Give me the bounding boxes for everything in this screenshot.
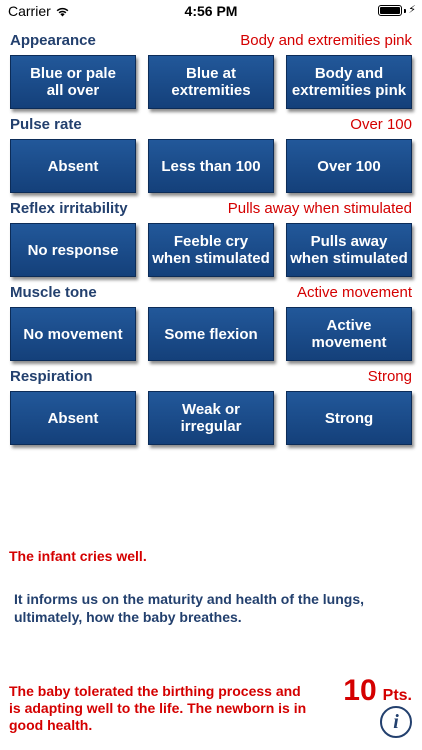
selected-value-muscle-tone: Active movement [296, 283, 412, 301]
respiration-option-strong[interactable]: Strong [286, 391, 412, 445]
score-unit: Pts. [382, 687, 412, 704]
result-description: The baby tolerated the birthing process … [9, 683, 307, 733]
appearance-option-blue-or-pale[interactable]: Blue or pale all over [10, 55, 136, 109]
section-reflex-irritability: Reflex irritability Pulls away when stim… [10, 198, 412, 277]
appearance-option-blue-extremities[interactable]: Blue at extremities [148, 55, 274, 109]
section-muscle-tone: Muscle tone Active movement No movement … [10, 282, 412, 361]
appearance-option-body-pink[interactable]: Body and extremities pink [286, 55, 412, 109]
info-icon: i [393, 711, 399, 733]
section-title-respiration: Respiration [10, 367, 93, 385]
reflex-option-pulls-away[interactable]: Pulls away when stimulated [286, 223, 412, 277]
section-title-muscle-tone: Muscle tone [10, 283, 97, 301]
score-value: 10 [343, 674, 377, 707]
detail-info: It informs us on the maturity and health… [14, 591, 365, 625]
section-pulse-rate: Pulse rate Over 100 Absent Less than 100… [10, 114, 412, 193]
muscle-option-active-movement[interactable]: Active movement [286, 307, 412, 361]
reflex-option-feeble-cry[interactable]: Feeble cry when stimulated [148, 223, 274, 277]
respiration-option-weak-or-irregular[interactable]: Weak or irregular [148, 391, 274, 445]
reflex-option-no-response[interactable]: No response [10, 223, 136, 277]
muscle-option-some-flexion[interactable]: Some flexion [148, 307, 274, 361]
pulse-option-less-than-100[interactable]: Less than 100 [148, 139, 274, 193]
battery-indicator: ⚡ [378, 5, 416, 16]
pulse-option-absent[interactable]: Absent [10, 139, 136, 193]
section-title-pulse-rate: Pulse rate [10, 115, 82, 133]
section-title-reflex-irritability: Reflex irritability [10, 199, 128, 217]
charging-bolt-icon: ⚡ [408, 4, 416, 16]
pulse-option-over-100[interactable]: Over 100 [286, 139, 412, 193]
section-title-appearance: Appearance [10, 31, 96, 49]
info-button[interactable]: i [380, 706, 412, 738]
section-respiration: Respiration Strong Absent Weak or irregu… [10, 366, 412, 445]
battery-icon [378, 5, 403, 16]
status-time: 4:56 PM [184, 3, 238, 19]
status-bar: Carrier 4:56 PM ⚡ [0, 0, 422, 22]
muscle-option-no-movement[interactable]: No movement [10, 307, 136, 361]
selected-value-appearance: Body and extremities pink [240, 31, 412, 49]
selected-value-pulse-rate: Over 100 [350, 115, 412, 133]
selected-value-respiration: Strong [367, 367, 412, 385]
detail-headline: The infant cries well. [9, 548, 147, 564]
section-appearance: Appearance Body and extremities pink Blu… [10, 30, 412, 109]
respiration-option-absent[interactable]: Absent [10, 391, 136, 445]
selected-value-reflex-irritability: Pulls away when stimulated [227, 199, 412, 217]
total-score: 10 Pts. [343, 674, 412, 708]
